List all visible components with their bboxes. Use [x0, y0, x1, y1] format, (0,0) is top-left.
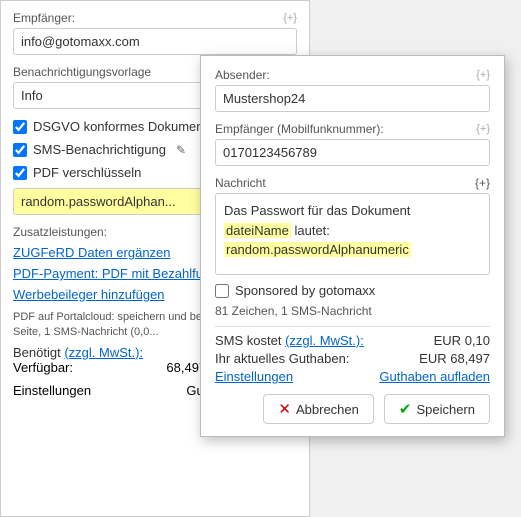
sponsored-row: Sponsored by gotomaxx: [215, 283, 490, 298]
dialog-buttons: ✕ Abbrechen ✔ Speichern: [215, 394, 490, 424]
dialog-guthaben-aufladen-link[interactable]: Guthaben aufladen: [379, 369, 490, 384]
sms-mwst-link[interactable]: (zzgl. MwSt.):: [285, 333, 364, 348]
sponsored-label: Sponsored by gotomaxx: [235, 283, 375, 298]
dialog-empfaenger-placeholder-icon: {+}: [476, 123, 490, 135]
nachricht-placeholder-icon: {+}: [475, 176, 490, 190]
empfaenger-input[interactable]: [13, 28, 297, 55]
sms-cost-amount: EUR 0,10: [434, 333, 490, 348]
benoetigt-label: Benötigt (zzgl. MwSt.):: [13, 345, 143, 360]
guthaben-row: Ihr aktuelles Guthaben: EUR 68,497: [215, 351, 490, 366]
sms-cost-row: SMS kostet (zzgl. MwSt.): EUR 0,10: [215, 333, 490, 348]
sms-edit-icon[interactable]: ✎: [176, 143, 186, 157]
mwst-link[interactable]: (zzgl. MwSt.):: [64, 345, 143, 360]
dsgvo-checkbox[interactable]: [13, 120, 27, 134]
sms-checkbox[interactable]: [13, 143, 27, 157]
guthaben-value: 68,497: [450, 351, 490, 366]
empfaenger-icon: {+}: [283, 12, 297, 24]
nachricht-middle: lautet:: [291, 223, 330, 238]
sms-label: SMS-Benachrichtigung: [33, 142, 166, 157]
sponsored-checkbox[interactable]: [215, 284, 229, 298]
zeichen-info: 81 Zeichen, 1 SMS-Nachricht: [215, 304, 490, 318]
dialog-einstellungen-row: Einstellungen Guthaben aufladen: [215, 369, 490, 384]
guthaben-label: Ihr aktuelles Guthaben:: [215, 351, 349, 366]
cancel-icon: ✕: [278, 400, 291, 418]
save-button[interactable]: ✔ Speichern: [384, 394, 490, 424]
dialog-empfaenger-input[interactable]: [215, 139, 490, 166]
cancel-button[interactable]: ✕ Abbrechen: [263, 394, 373, 424]
nachricht-highlight2: random.passwordAlphanumeric: [224, 242, 411, 257]
einstellungen-link[interactable]: Einstellungen: [13, 383, 91, 398]
verfuegbar-label: Verfügbar:: [13, 360, 73, 375]
nachricht-label: Nachricht {+}: [215, 176, 490, 190]
absender-placeholder-icon: {+}: [476, 69, 490, 81]
sms-cost-value: 0,10: [465, 333, 490, 348]
sms-cost-label: SMS kostet (zzgl. MwSt.):: [215, 333, 364, 348]
guthaben-amount-value: EUR 68,497: [419, 351, 490, 366]
dialog-empfaenger-label: Empfänger (Mobilfunknummer): {+}: [215, 122, 490, 136]
save-label: Speichern: [416, 402, 475, 417]
divider: [215, 326, 490, 327]
sms-dialog: Absender: {+} Empfänger (Mobilfunknummer…: [200, 55, 505, 437]
absender-input[interactable]: [215, 85, 490, 112]
nachricht-box[interactable]: Das Passwort für das Dokument dateiName …: [215, 193, 490, 275]
nachricht-text-line1: Das Passwort für das Dokument: [224, 203, 410, 218]
empfaenger-label: Empfänger: {+}: [13, 11, 297, 25]
cancel-label: Abbrechen: [296, 402, 359, 417]
nachricht-highlight1: dateiName: [224, 223, 291, 238]
pdf-checkbox[interactable]: [13, 166, 27, 180]
dialog-einstellungen-link[interactable]: Einstellungen: [215, 369, 293, 384]
pdf-label: PDF verschlüsseln: [33, 165, 141, 180]
dsgvo-label: DSGVO konformes Dokumen...: [33, 119, 214, 134]
save-icon: ✔: [399, 400, 412, 418]
dialog-absender-label: Absender: {+}: [215, 68, 490, 82]
